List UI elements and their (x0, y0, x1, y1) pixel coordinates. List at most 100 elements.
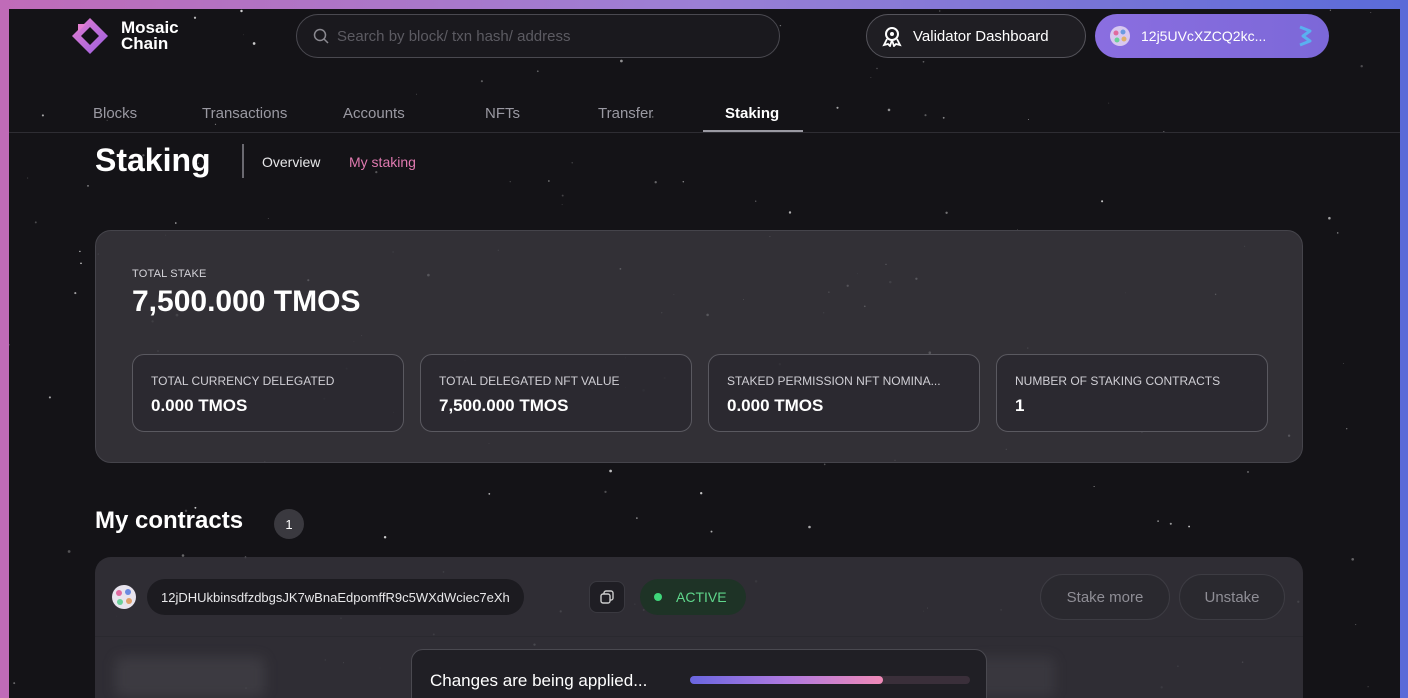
star (27, 177, 29, 179)
tab-blocks[interactable]: Blocks (93, 105, 137, 122)
star (1157, 520, 1159, 522)
wallet-brand-icon (1299, 25, 1312, 47)
total-stake-label: TOTAL STAKE (132, 268, 207, 280)
tab-staking[interactable]: Staking (725, 105, 779, 122)
stat-label: TOTAL DELEGATED NFT VALUE (439, 374, 620, 388)
stat-value: 0.000 TMOS (151, 396, 248, 415)
tab-accounts[interactable]: Accounts (343, 105, 405, 122)
star (548, 180, 550, 182)
stake-more-button[interactable]: Stake more (1040, 574, 1170, 620)
stat-label: NUMBER OF STAKING CONTRACTS (1015, 374, 1221, 388)
star (682, 180, 685, 183)
mosaic-logo-icon (72, 18, 108, 54)
star (700, 492, 703, 495)
stat-card-contract-count: NUMBER OF STAKING CONTRACTS 1 (996, 354, 1268, 432)
star (561, 204, 563, 205)
star (1169, 522, 1172, 525)
star (480, 80, 483, 83)
star (1346, 428, 1348, 430)
progress-toast: Changes are being applied... (411, 649, 987, 698)
star (1351, 557, 1355, 561)
stat-value: 0.000 TMOS (727, 396, 824, 415)
star (1101, 200, 1104, 203)
star (1093, 485, 1095, 488)
star (267, 218, 269, 219)
tab-nfts[interactable]: NFTs (485, 105, 520, 122)
star (1355, 624, 1357, 626)
contract-avatar-icon (112, 585, 136, 609)
stat-card-permission-nft: STAKED PERMISSION NFT NOMINA... 0.000 TM… (708, 354, 980, 432)
star (945, 211, 948, 214)
stat-label: TOTAL CURRENCY DELEGATED (151, 374, 335, 388)
star (710, 530, 713, 533)
star (87, 185, 89, 187)
star (870, 77, 872, 78)
stat-value: 1 (1015, 396, 1025, 415)
brand-name: Mosaic Chain (121, 19, 179, 52)
search-box[interactable] (296, 14, 780, 58)
star (536, 70, 539, 73)
progress-track (690, 676, 970, 684)
star (808, 525, 811, 529)
app-frame: Mosaic Chain Validator Dashboard 12j5UVc… (9, 9, 1400, 698)
search-icon (313, 28, 329, 44)
stat-card-nft-value: TOTAL DELEGATED NFT VALUE 7,500.000 TMOS (420, 354, 692, 432)
star (80, 262, 82, 265)
blurred-content (975, 657, 1055, 697)
copy-address-button[interactable] (589, 581, 625, 613)
subtab-my-staking[interactable]: My staking (349, 154, 416, 170)
star (1328, 216, 1331, 220)
brand-logo[interactable]: Mosaic Chain (69, 15, 179, 57)
stat-label: STAKED PERMISSION NFT NOMINA... (727, 374, 941, 388)
wallet-button[interactable]: 12j5UVcXZCQ2kc... (1095, 14, 1329, 58)
star (1343, 363, 1345, 364)
star (604, 490, 607, 494)
star (9, 343, 10, 346)
total-stake-card: TOTAL STAKE 7,500.000 TMOS TOTAL CURRENC… (95, 230, 1303, 463)
star (509, 181, 511, 183)
star (823, 463, 826, 466)
tab-transactions[interactable]: Transactions (202, 105, 287, 122)
blurred-content (115, 657, 265, 697)
star (175, 222, 177, 224)
star (1336, 232, 1339, 234)
star (79, 250, 81, 253)
star (488, 492, 491, 495)
star (1367, 686, 1369, 688)
star (1247, 471, 1249, 473)
stat-card-currency-delegated: TOTAL CURRENCY DELEGATED 0.000 TMOS (132, 354, 404, 432)
toast-message: Changes are being applied... (430, 671, 648, 690)
star (636, 517, 638, 519)
main-nav: Blocks Transactions Accounts NFTs Transf… (9, 93, 1400, 133)
title-divider (242, 144, 244, 178)
validator-dashboard-label: Validator Dashboard (913, 27, 1049, 45)
contract-header: 12jDHUkbinsdfzdbgsJK7wBnaEdpomffR9c5WXdW… (95, 557, 1303, 637)
star (571, 162, 573, 164)
total-stake-value: 7,500.000 TMOS (132, 285, 361, 318)
star (74, 292, 77, 295)
wallet-address: 12j5UVcXZCQ2kc... (1141, 28, 1267, 44)
status-badge: ACTIVE (640, 579, 746, 615)
wallet-avatar-icon (1110, 26, 1130, 46)
search-input[interactable] (337, 27, 757, 45)
contract-address[interactable]: 12jDHUkbinsdfzdbgsJK7wBnaEdpomffR9c5WXdW… (147, 579, 524, 615)
unstake-button[interactable]: Unstake (1179, 574, 1285, 620)
contracts-heading: My contracts (95, 507, 244, 534)
page-title: Staking (95, 142, 211, 178)
status-dot-icon (654, 593, 662, 601)
subtab-overview[interactable]: Overview (262, 154, 320, 170)
active-tab-indicator (703, 130, 803, 132)
star (13, 682, 16, 685)
star (561, 194, 564, 197)
star (654, 181, 657, 184)
star (876, 67, 878, 70)
star (609, 469, 612, 473)
star (755, 200, 757, 202)
tab-transfer[interactable]: Transfer (598, 105, 653, 122)
validator-dashboard-button[interactable]: Validator Dashboard (866, 14, 1086, 58)
validator-badge-icon (882, 27, 902, 47)
stat-value: 7,500.000 TMOS (439, 396, 569, 415)
copy-icon (600, 590, 614, 604)
star (375, 170, 378, 174)
star (67, 550, 71, 553)
